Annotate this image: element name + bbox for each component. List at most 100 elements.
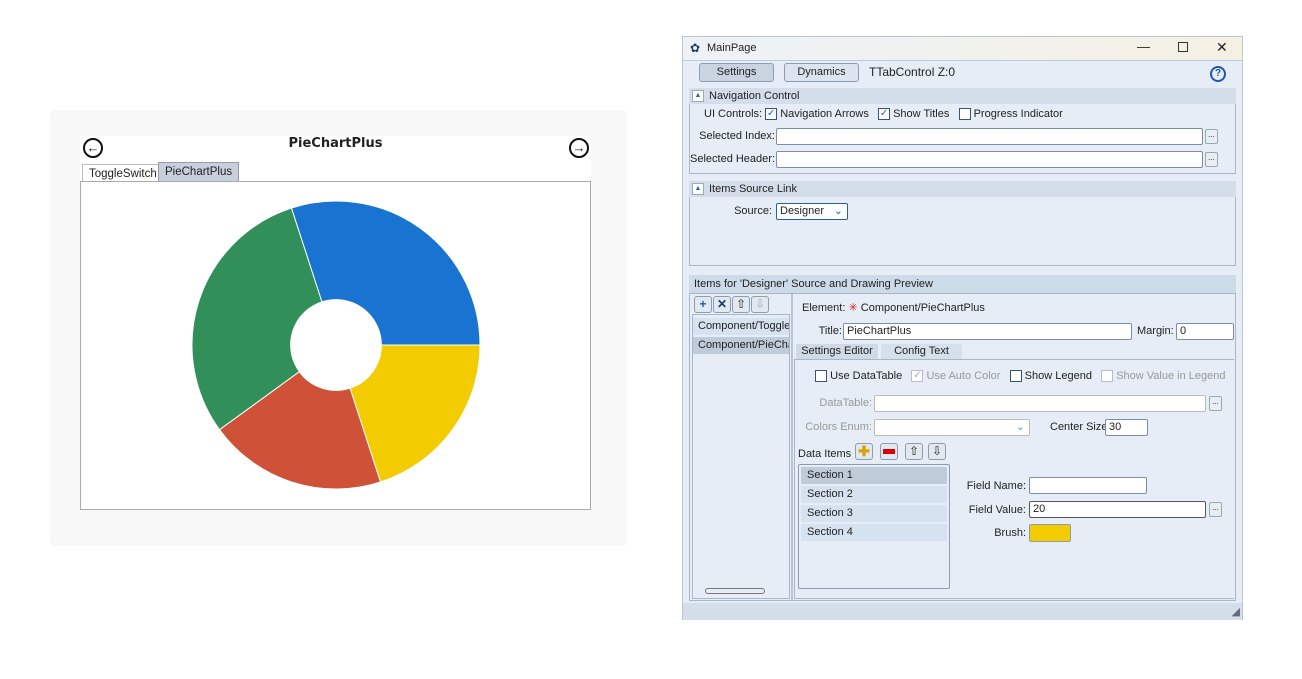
navigation-control-body: UI Controls: ✓ Navigation Arrows ✓ Show … bbox=[689, 104, 1236, 174]
brush-color-swatch[interactable] bbox=[1029, 524, 1071, 542]
chevron-down-icon: ⌄ bbox=[833, 205, 843, 217]
remove-data-item-icon[interactable] bbox=[880, 443, 898, 460]
datatable-browse-button[interactable]: ... bbox=[1209, 396, 1222, 411]
show-titles-checkbox[interactable]: ✓ bbox=[878, 108, 891, 121]
move-up-icon[interactable]: ⇧ bbox=[732, 296, 750, 313]
selected-header-input[interactable] bbox=[776, 151, 1203, 168]
window-title: MainPage bbox=[707, 42, 757, 54]
navigation-arrows-checkbox[interactable]: ✓ bbox=[765, 108, 778, 121]
section-title: Navigation Control bbox=[709, 90, 800, 102]
use-datatable-label: Use DataTable bbox=[830, 370, 903, 382]
collapse-icon[interactable]: ▲ bbox=[692, 183, 704, 195]
margin-label: Margin: bbox=[1137, 325, 1174, 337]
navigation-control-header: ▲ Navigation Control bbox=[689, 88, 1236, 104]
selected-header-browse-button[interactable]: ... bbox=[1205, 152, 1218, 167]
items-source-body: Source: Designer ⌄ bbox=[689, 197, 1236, 266]
items-section-header: Items for 'Designer' Source and Drawing … bbox=[689, 275, 1236, 293]
delete-icon[interactable]: ✕ bbox=[713, 296, 731, 313]
list-item[interactable]: Component/PieChartPlus bbox=[693, 337, 789, 354]
gear-icon: ✿ bbox=[690, 41, 701, 55]
datatable-input[interactable] bbox=[874, 395, 1206, 412]
items-source-header: ▲ Items Source Link bbox=[689, 181, 1236, 197]
main-window: ✿ MainPage — ✕ Settings Dynamics TTabCon… bbox=[682, 36, 1243, 620]
collapse-icon[interactable]: ▲ bbox=[692, 90, 704, 102]
maximize-button[interactable] bbox=[1178, 42, 1188, 52]
title-input[interactable]: PieChartPlus bbox=[843, 323, 1132, 340]
center-size-input[interactable]: 30 bbox=[1105, 419, 1148, 436]
horizontal-scrollbar[interactable] bbox=[705, 588, 765, 594]
close-button[interactable]: ✕ bbox=[1216, 39, 1228, 56]
use-datatable-checkbox[interactable] bbox=[815, 370, 827, 383]
title-label: Title: bbox=[818, 325, 842, 337]
splitter[interactable] bbox=[791, 294, 793, 600]
data-items-list: Section 1 Section 2 Section 3 Section 4 bbox=[798, 464, 950, 589]
selected-index-input[interactable] bbox=[776, 128, 1203, 145]
show-titles-label: Show Titles bbox=[893, 108, 950, 120]
chevron-down-icon: ⌄ bbox=[1015, 421, 1025, 433]
section-title: Items Source Link bbox=[709, 183, 798, 195]
field-name-input[interactable] bbox=[1029, 477, 1147, 494]
progress-indicator-checkbox[interactable] bbox=[958, 108, 971, 121]
move-down-icon[interactable]: ⇩ bbox=[751, 296, 769, 313]
brush-label: Brush: bbox=[994, 527, 1026, 539]
selected-index-label: Selected Index: bbox=[699, 130, 775, 142]
element-value: Component/PieChartPlus bbox=[860, 302, 985, 314]
arrow-right-circle-icon[interactable]: → bbox=[569, 138, 589, 158]
field-value-browse-button[interactable]: ... bbox=[1209, 502, 1222, 517]
resize-grip-icon[interactable]: ◢ bbox=[1232, 605, 1240, 618]
navigation-arrows-label: Navigation Arrows bbox=[780, 108, 869, 120]
component-icon: ✳ bbox=[848, 302, 858, 314]
progress-indicator-label: Progress Indicator bbox=[973, 108, 1063, 120]
colors-enum-select[interactable]: ⌄ bbox=[874, 419, 1030, 436]
page-title: PieChartPlus bbox=[288, 136, 383, 151]
source-value: Designer bbox=[780, 205, 825, 217]
element-row: Element: ✳ Component/PieChartPlus bbox=[802, 301, 985, 314]
add-icon[interactable]: + bbox=[694, 296, 712, 313]
settings-editor-panel: Use DataTable ✓ Use Auto Color Show Lege… bbox=[794, 359, 1234, 599]
show-legend-checkbox[interactable] bbox=[1009, 370, 1022, 383]
tab-dynamics[interactable]: Dynamics bbox=[784, 63, 859, 82]
tab-piechartplus[interactable]: PieChartPlus bbox=[158, 162, 240, 182]
list-item[interactable]: Section 4 bbox=[801, 524, 947, 541]
tab-control-preview: ← PieChartPlus → ToggleSwitch PieChartPl… bbox=[80, 136, 591, 510]
show-value-in-legend-checkbox[interactable] bbox=[1101, 370, 1114, 383]
tab-settings[interactable]: Settings bbox=[699, 63, 774, 82]
pie-slice-4 bbox=[290, 200, 481, 346]
data-items-label: Data Items bbox=[798, 448, 852, 460]
list-item[interactable]: Section 3 bbox=[801, 505, 947, 522]
selected-index-browse-button[interactable]: ... bbox=[1205, 129, 1218, 144]
use-auto-color-checkbox[interactable]: ✓ bbox=[911, 370, 924, 383]
status-bar: ◢ bbox=[683, 603, 1242, 620]
datatable-label: DataTable: bbox=[819, 397, 872, 409]
source-label: Source: bbox=[734, 205, 772, 217]
tab-toggleswitch[interactable]: ToggleSwitch bbox=[82, 164, 164, 182]
margin-input[interactable]: 0 bbox=[1176, 323, 1234, 340]
selected-header-label: Selected Header: bbox=[690, 153, 775, 165]
list-item[interactable]: Section 1 bbox=[801, 467, 947, 484]
help-icon[interactable]: ? bbox=[1210, 66, 1226, 82]
field-name-label: Field Name: bbox=[966, 480, 1026, 492]
source-select[interactable]: Designer ⌄ bbox=[776, 203, 848, 220]
minimize-button[interactable]: — bbox=[1137, 39, 1150, 54]
tab-config-text[interactable]: Config Text bbox=[881, 344, 962, 359]
component-list: Component/ToggleSwitch Component/PieChar… bbox=[692, 314, 790, 599]
field-value-input[interactable]: 20 bbox=[1029, 501, 1206, 518]
list-item[interactable]: Component/ToggleSwitch bbox=[693, 318, 789, 335]
items-section-body: + ✕ ⇧ ⇩ Component/ToggleSwitch Component… bbox=[689, 293, 1236, 601]
move-up-icon[interactable]: ⇧ bbox=[905, 443, 923, 460]
show-value-in-legend-label: Show Value in Legend bbox=[1116, 370, 1226, 382]
chart-area bbox=[80, 181, 591, 510]
pie-chart bbox=[191, 200, 481, 490]
show-legend-label: Show Legend bbox=[1024, 370, 1092, 382]
colors-enum-label: Colors Enum: bbox=[805, 421, 872, 433]
list-item[interactable]: Section 2 bbox=[801, 486, 947, 503]
move-down-icon[interactable]: ⇩ bbox=[928, 443, 946, 460]
field-value-label: Field Value: bbox=[968, 504, 1026, 516]
control-label: TTabControl Z:0 bbox=[869, 65, 956, 79]
tab-settings-editor[interactable]: Settings Editor bbox=[796, 344, 878, 359]
add-data-item-icon[interactable]: ✚ bbox=[855, 443, 873, 460]
use-auto-color-label: Use Auto Color bbox=[926, 370, 1001, 382]
title-bar: ✿ MainPage — ✕ bbox=[683, 37, 1242, 61]
center-size-label: Center Size: bbox=[1050, 421, 1111, 433]
ui-controls-label: UI Controls: bbox=[704, 108, 763, 120]
